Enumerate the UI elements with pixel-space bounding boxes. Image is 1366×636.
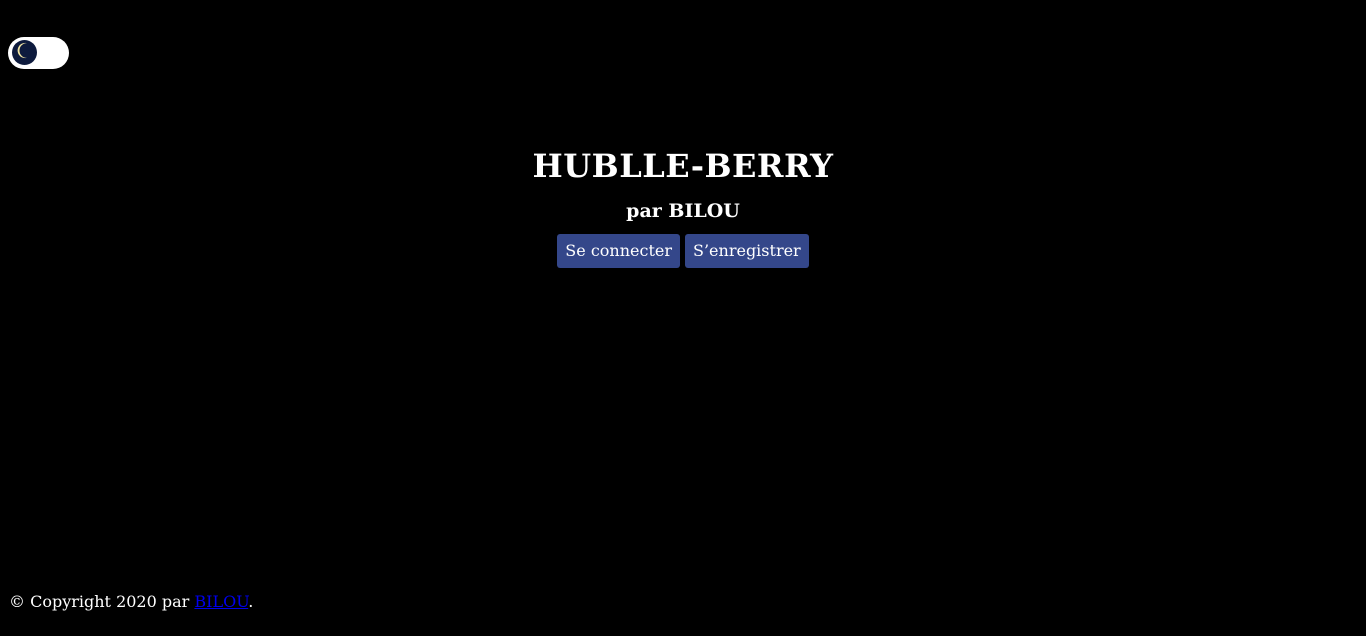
register-button[interactable]: S’enregistrer <box>685 234 809 268</box>
footer-suffix: . <box>248 592 254 611</box>
author-link[interactable]: BILOU <box>194 592 248 611</box>
hero: HUBLLE-BERRY par BILOU Se connecter S’en… <box>0 145 1366 268</box>
copyright-text: © Copyright 2020 par <box>9 592 195 611</box>
site-title: HUBLLE-BERRY <box>532 147 834 185</box>
toggle-knob <box>12 40 37 65</box>
auth-buttons: Se connecter S’enregistrer <box>0 234 1366 268</box>
theme-toggle[interactable] <box>8 37 69 69</box>
moon-icon <box>15 41 34 64</box>
footer: © Copyright 2020 par BILOU. <box>9 591 253 613</box>
login-button[interactable]: Se connecter <box>557 234 680 268</box>
site-subtitle: par BILOU <box>626 200 740 222</box>
